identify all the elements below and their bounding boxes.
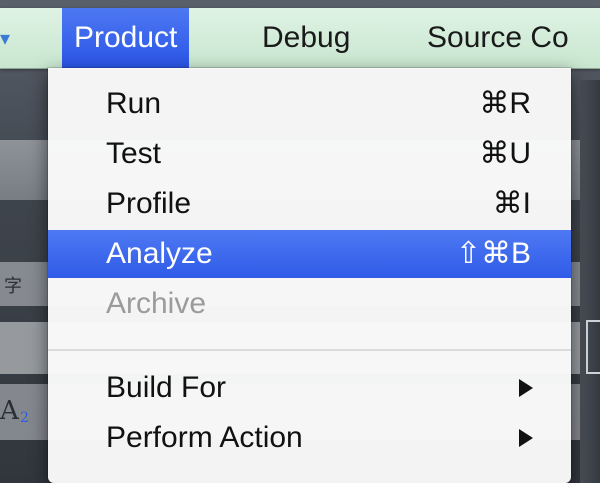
background-glyph: A [0,396,19,426]
background-glyph: 2 [20,410,29,426]
product-menu-dropdown: Run ⌘R Test ⌘U Profile ⌘I Analyze ⇧⌘B Ar… [48,68,571,483]
menubar-item-source-control[interactable]: Source Co [427,8,569,68]
menu-item-label: Test [106,137,162,170]
submenu-arrow-icon [519,429,533,447]
menu-item-run[interactable]: Run ⌘R [48,80,571,128]
keyboard-shortcut: ⇧⌘B [455,237,531,270]
menu-item-profile[interactable]: Profile ⌘I [48,180,571,228]
menu-item-analyze[interactable]: Analyze ⇧⌘B [48,230,571,278]
menubar-item-label: Product [74,21,178,54]
menu-item-build-for[interactable]: Build For [48,364,571,412]
menu-item-test[interactable]: Test ⌘U [48,130,571,178]
submenu-arrow-icon [519,379,533,397]
keyboard-shortcut: ⌘R [479,87,531,120]
background-glyph: 字 [4,276,22,297]
menu-item-label: Perform Action [106,421,303,454]
background-scrollbar [580,80,600,483]
menu-item-perform-action[interactable]: Perform Action [48,414,571,462]
menu-separator [48,349,571,351]
background-scrollbar-thumb [586,320,600,374]
menu-bar: ▾ Product Debug Source Co [0,8,600,69]
menubar-item-product[interactable]: Product [62,8,190,68]
menu-item-label: Analyze [106,237,213,270]
menubar-item-debug[interactable]: Debug [262,8,350,68]
menu-item-label: Build For [106,371,227,404]
menubar-item-label: Debug [262,21,351,54]
menu-item-label: Run [106,87,162,120]
menubar-item-label: Source Co [427,21,569,54]
menu-item-archive: Archive [48,280,571,328]
keyboard-shortcut: ⌘I [492,187,531,220]
menu-item-label: Profile [106,187,192,220]
menu-item-label: Archive [106,287,207,320]
chevron-down-icon: ▾ [0,28,11,50]
keyboard-shortcut: ⌘U [479,137,531,170]
